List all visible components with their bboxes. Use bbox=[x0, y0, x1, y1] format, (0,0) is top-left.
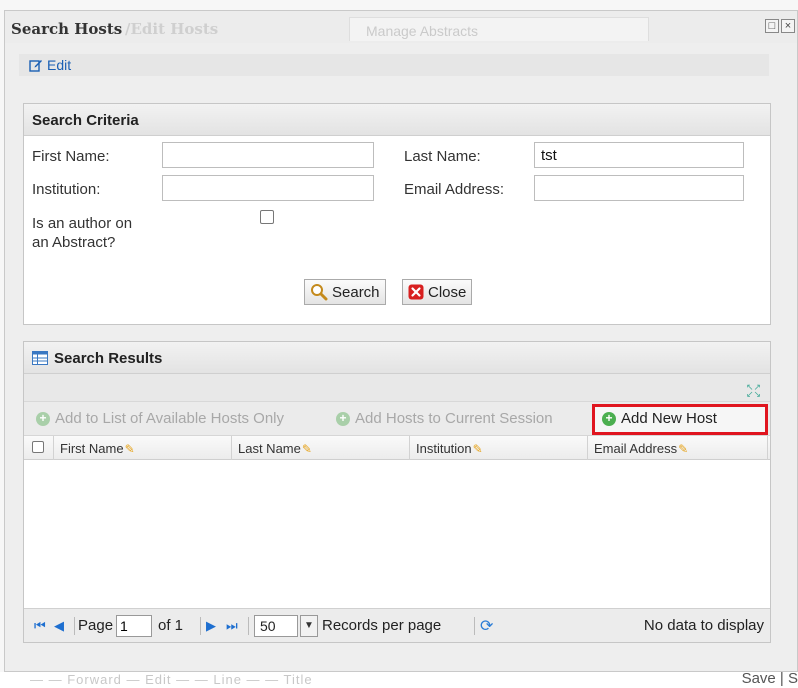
column-last-name[interactable]: Last Name✎ bbox=[232, 436, 410, 460]
refresh-icon[interactable]: ⟳ bbox=[480, 616, 493, 636]
first-page-icon[interactable]: ⏮ bbox=[34, 618, 46, 634]
window-buttons: □ × bbox=[765, 19, 795, 33]
column-institution-label: Institution bbox=[416, 441, 472, 456]
search-button[interactable]: Search bbox=[304, 279, 386, 305]
add-to-session-label: Add Hosts to Current Session bbox=[355, 410, 553, 427]
tab-manage-abstracts[interactable]: Manage Abstracts bbox=[349, 17, 649, 41]
background-footer: — — Forward — Edit — — Line — — Title Sa… bbox=[0, 672, 798, 688]
column-institution[interactable]: Institution✎ bbox=[410, 436, 588, 460]
page-size-select[interactable]: 50 bbox=[254, 615, 298, 637]
email-input[interactable] bbox=[534, 175, 744, 201]
pager-separator bbox=[474, 617, 475, 635]
column-last-name-label: Last Name bbox=[238, 441, 301, 456]
add-to-available-button[interactable]: + Add to List of Available Hosts Only bbox=[36, 410, 284, 427]
select-all-cell bbox=[24, 436, 54, 460]
results-actions-bar: + Add to List of Available Hosts Only + … bbox=[24, 402, 770, 436]
search-criteria-title: Search Criteria bbox=[32, 111, 139, 129]
next-page-icon[interactable]: ▶ bbox=[206, 618, 216, 634]
background-footer-right: Save | S bbox=[741, 672, 798, 687]
pager-status: No data to display bbox=[643, 617, 764, 634]
close-icon bbox=[408, 284, 424, 300]
page-of-label: of 1 bbox=[158, 617, 184, 634]
dialog-titlebar: Search Hosts /Edit Hosts Manage Abstract… bbox=[5, 11, 797, 43]
select-all-checkbox[interactable] bbox=[32, 441, 44, 453]
prev-page-icon[interactable]: ◀ bbox=[54, 618, 64, 634]
expand-icon[interactable]: ↖↗ ↙↘ bbox=[746, 383, 761, 399]
search-results-header: Search Results bbox=[24, 342, 770, 374]
add-to-session-button[interactable]: + Add Hosts to Current Session bbox=[336, 410, 553, 427]
pencil-icon: ✎ bbox=[301, 442, 312, 456]
email-label: Email Address: bbox=[404, 181, 505, 198]
pager-separator bbox=[200, 617, 201, 635]
add-circle-icon: + bbox=[602, 411, 616, 426]
pager-separator bbox=[74, 617, 75, 635]
institution-input[interactable] bbox=[162, 175, 374, 201]
edit-button[interactable]: Edit bbox=[29, 57, 71, 73]
institution-label: Institution: bbox=[32, 181, 101, 198]
add-new-host-label: Add New Host bbox=[621, 410, 717, 427]
chevron-down-icon[interactable]: ▼ bbox=[300, 615, 318, 637]
tab-search-hosts[interactable]: Search Hosts bbox=[11, 20, 122, 38]
background-footer-left: — — Forward — Edit — — Line — — Title bbox=[30, 672, 313, 687]
author-checkbox[interactable] bbox=[260, 210, 274, 224]
author-label-line1: Is an author on bbox=[32, 215, 133, 232]
pencil-icon: ✎ bbox=[124, 442, 135, 456]
search-criteria-header: Search Criteria bbox=[24, 104, 770, 136]
search-button-label: Search bbox=[332, 283, 380, 301]
search-results-title: Search Results bbox=[54, 349, 163, 367]
column-first-name-label: First Name bbox=[60, 441, 124, 456]
pencil-icon: ✎ bbox=[472, 442, 483, 456]
search-icon bbox=[311, 284, 328, 301]
grid-body bbox=[24, 460, 770, 588]
first-name-input[interactable] bbox=[162, 142, 374, 168]
search-hosts-dialog: Search Hosts /Edit Hosts Manage Abstract… bbox=[4, 10, 798, 672]
add-new-host-button[interactable]: + Add New Host bbox=[602, 410, 717, 427]
add-to-available-label: Add to List of Available Hosts Only bbox=[55, 410, 285, 427]
edit-label: Edit bbox=[47, 57, 72, 73]
page-label: Page bbox=[78, 617, 114, 634]
pager: ⏮ ◀ Page of 1 ▶ ⏭ 50 ▼ Records per page … bbox=[24, 608, 770, 642]
edit-toolbar: Edit bbox=[19, 54, 769, 76]
search-criteria-panel: Search Criteria First Name: Last Name: I… bbox=[23, 103, 771, 325]
add-circle-icon: + bbox=[336, 411, 350, 426]
page-number-input[interactable] bbox=[116, 615, 152, 637]
last-page-icon[interactable]: ⏭ bbox=[226, 618, 238, 634]
grid-header: First Name✎ Last Name✎ Institution✎ Emai… bbox=[24, 436, 770, 460]
last-name-input[interactable] bbox=[534, 142, 744, 168]
last-name-label: Last Name: bbox=[404, 148, 481, 165]
close-button[interactable]: Close bbox=[402, 279, 473, 305]
table-icon bbox=[32, 351, 48, 365]
close-button-label: Close bbox=[428, 283, 467, 301]
first-name-label: First Name: bbox=[32, 148, 110, 165]
column-email-label: Email Address bbox=[594, 441, 678, 456]
tab-edit-hosts[interactable]: /Edit Hosts bbox=[125, 20, 218, 38]
search-results-panel: Search Results ↖↗ ↙↘ + Add to List of Ava… bbox=[23, 341, 771, 643]
pencil-icon: ✎ bbox=[678, 442, 689, 456]
close-window-icon[interactable]: × bbox=[781, 19, 795, 33]
records-per-page-label: Records per page bbox=[322, 617, 442, 634]
maximize-icon[interactable]: □ bbox=[765, 19, 779, 33]
add-circle-icon: + bbox=[36, 411, 50, 426]
pager-separator bbox=[248, 617, 249, 635]
column-email[interactable]: Email Address✎ bbox=[588, 436, 768, 460]
results-top-toolbar: ↖↗ ↙↘ bbox=[24, 374, 770, 402]
column-first-name[interactable]: First Name✎ bbox=[54, 436, 232, 460]
edit-icon bbox=[29, 60, 42, 72]
author-label-line2: an Abstract? bbox=[32, 234, 116, 251]
